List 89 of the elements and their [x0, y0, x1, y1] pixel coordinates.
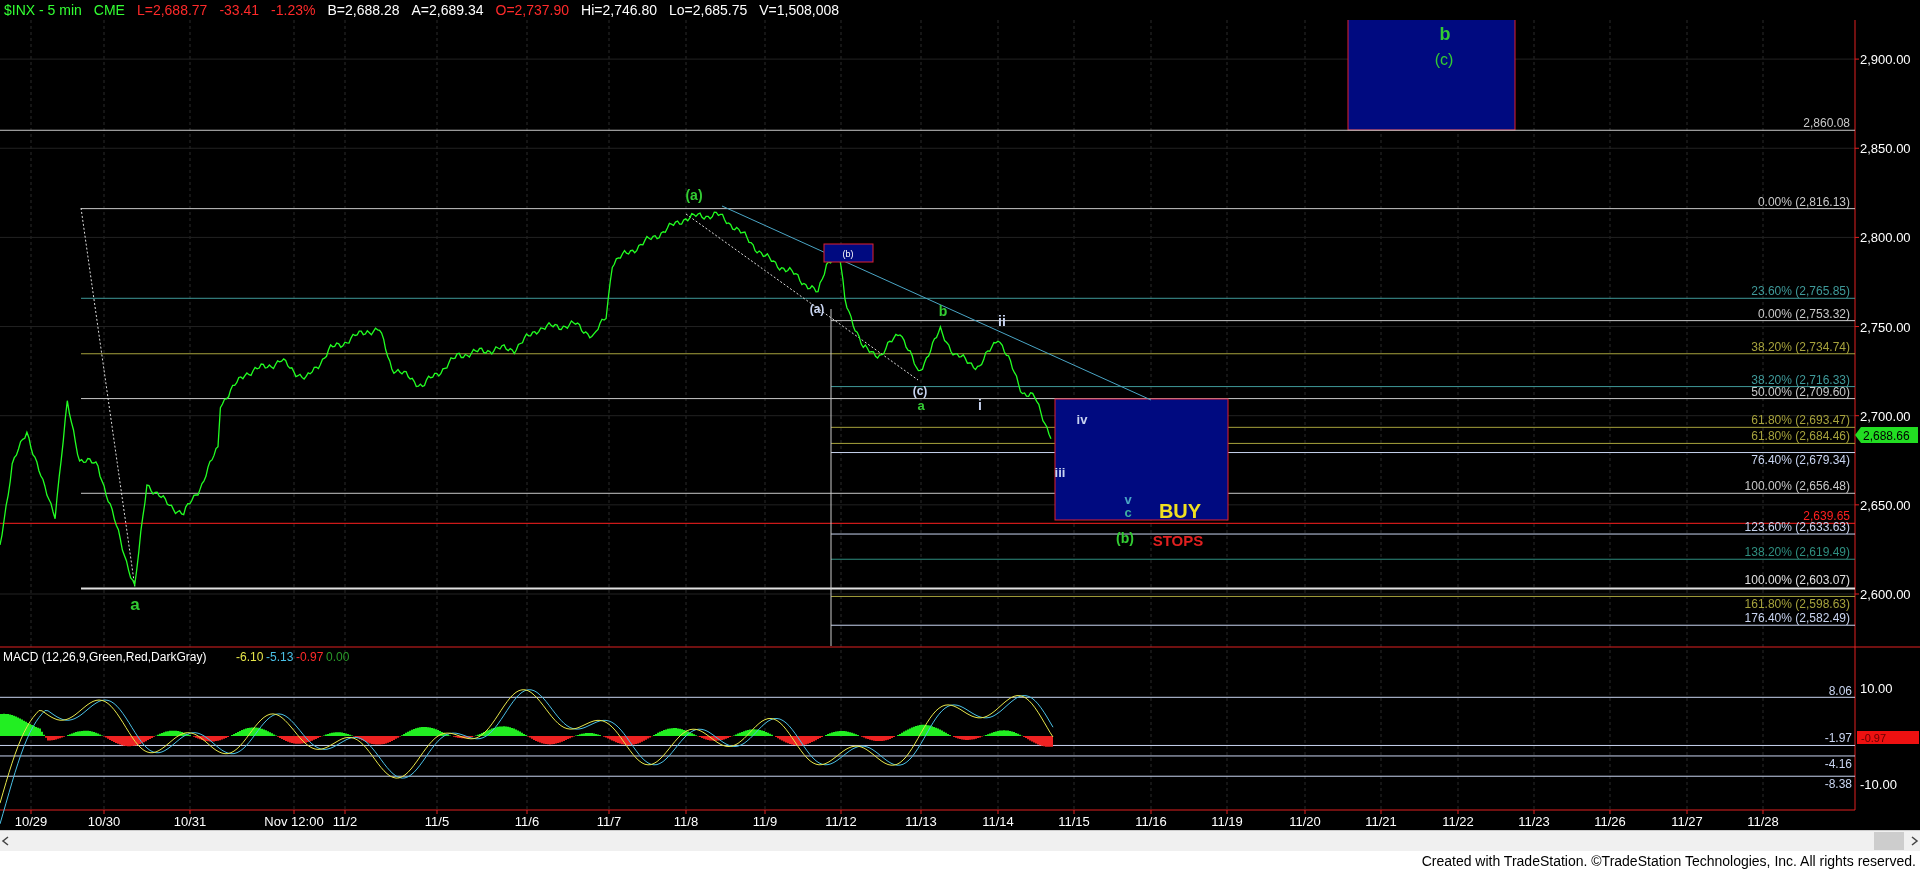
date-label: 11/16: [1135, 814, 1167, 829]
date-label: 11/27: [1671, 814, 1703, 829]
level-label: 2,860.08: [1803, 116, 1850, 131]
level-label: -4.16: [1824, 757, 1852, 771]
quote-field: CME: [93, 2, 125, 18]
quote-field: B=2,688.28: [327, 2, 400, 18]
wave-label: (c): [912, 384, 928, 398]
axis-label: 2,800.00: [1860, 230, 1911, 246]
level-label: 138.20% (2,619.49): [1744, 545, 1850, 560]
date-label: 11/21: [1365, 814, 1397, 829]
quote-field: Lo=2,685.75: [668, 2, 748, 18]
wave-label: b: [1439, 24, 1451, 44]
date-label: 11/13: [905, 814, 937, 829]
date-label: 11/20: [1289, 814, 1321, 829]
indicator-value: -6.10: [236, 650, 264, 664]
level-label: 0.00% (2,816.13): [1757, 194, 1850, 209]
footer-text: Created with TradeStation. ©TradeStation Technologies, Inc. All rights reserved.: [1421, 853, 1916, 869]
level-label: 61.80% (2,684.46): [1751, 429, 1850, 444]
date-label: 10/29: [14, 814, 48, 829]
wave-label: (a): [809, 302, 825, 316]
date-label: 11/8: [673, 814, 699, 829]
small-zone: [823, 243, 874, 263]
quote-field: O=2,737.90: [495, 2, 570, 18]
wave-label: (b): [842, 249, 854, 259]
wave-label: a: [130, 595, 140, 614]
date-label: 11/7: [596, 814, 622, 829]
value-tag: -0.97: [1857, 731, 1919, 744]
level-label: 38.20% (2,734.74): [1751, 339, 1850, 354]
date-label: 11/9: [752, 814, 778, 829]
wave-label: iii: [1054, 465, 1066, 480]
date-label: 11/15: [1058, 814, 1090, 829]
level-label: 38.20% (2,716.33): [1751, 372, 1850, 387]
level-label: 61.80% (2,693.47): [1751, 413, 1850, 428]
level-label: -8.38: [1824, 777, 1852, 791]
level-label: -1.97: [1824, 731, 1852, 745]
axis-label: 10.00: [1860, 681, 1893, 696]
date-label: 11/28: [1747, 814, 1779, 829]
wave-label: (b): [1116, 530, 1134, 546]
date-label: 11/23: [1518, 814, 1550, 829]
date-label: 11/6: [514, 814, 540, 829]
level-label: 76.40% (2,679.34): [1751, 452, 1850, 467]
quote-field: L=2,688.77: [136, 2, 208, 18]
level-label: 8.06: [1828, 684, 1852, 698]
axis-label: 2,700.00: [1860, 408, 1911, 424]
date-label: Nov 12:00: [264, 814, 324, 829]
indicator-value: -0.97: [296, 650, 324, 664]
axis-label: 2,900.00: [1860, 52, 1911, 68]
level-label: 0.00% (2,753.32): [1757, 306, 1850, 321]
wave-label: (a): [685, 187, 703, 203]
scroll-thumb[interactable]: [1874, 832, 1904, 850]
level-label: 161.80% (2,598.63): [1744, 597, 1850, 612]
level-label: 123.60% (2,633.63): [1744, 520, 1850, 535]
wave-label: c: [1124, 505, 1132, 520]
level-label: 23.60% (2,765.85): [1751, 284, 1850, 299]
quote-field: $INX - 5 min: [4, 2, 82, 18]
date-label: 11/26: [1594, 814, 1626, 829]
axis-label: 2,600.00: [1860, 587, 1911, 602]
wave-label: b: [938, 303, 948, 319]
wave-label: a: [917, 398, 925, 413]
indicator-value: -5.13: [266, 650, 294, 664]
wave-label: v: [1124, 492, 1132, 507]
axis-label: 2,750.00: [1860, 319, 1911, 335]
axis-label: 2,850.00: [1860, 141, 1911, 157]
quote-field: -33.41: [219, 2, 260, 18]
level-label: 100.00% (2,603.07): [1744, 572, 1850, 587]
date-label: 11/14: [982, 814, 1014, 829]
buy-label: BUY: [1158, 500, 1202, 522]
wave-label: iv: [1076, 412, 1088, 427]
wave-label: i: [978, 397, 982, 413]
date-label: 10/31: [173, 814, 207, 829]
stops-label: STOPS: [1152, 532, 1204, 549]
date-label: 11/12: [825, 814, 857, 829]
date-label: 10/30: [87, 814, 121, 829]
level-label: 176.40% (2,582.49): [1744, 611, 1850, 626]
date-label: 11/5: [424, 814, 450, 829]
wave-label: (c): [1434, 51, 1454, 68]
quote-field: V=1,508,008: [759, 2, 839, 18]
indicator-value: 0.00: [326, 650, 350, 664]
date-label: 11/22: [1442, 814, 1474, 829]
date-label: 11/19: [1211, 814, 1243, 829]
indicator-title: MACD (12,26,9,Green,Red,DarkGray): [3, 650, 207, 664]
price-tag: 2,688.66: [1855, 427, 1918, 443]
axis-label: -10.00: [1860, 777, 1897, 792]
quote-field: A=2,689.34: [411, 2, 484, 18]
quote-field: -1.23%: [271, 2, 316, 18]
quote-field: Hi=2,746.80: [581, 2, 657, 18]
date-label: 11/2: [332, 814, 358, 829]
axis-label: 2,650.00: [1860, 497, 1911, 513]
level-label: 100.00% (2,656.48): [1744, 479, 1850, 494]
